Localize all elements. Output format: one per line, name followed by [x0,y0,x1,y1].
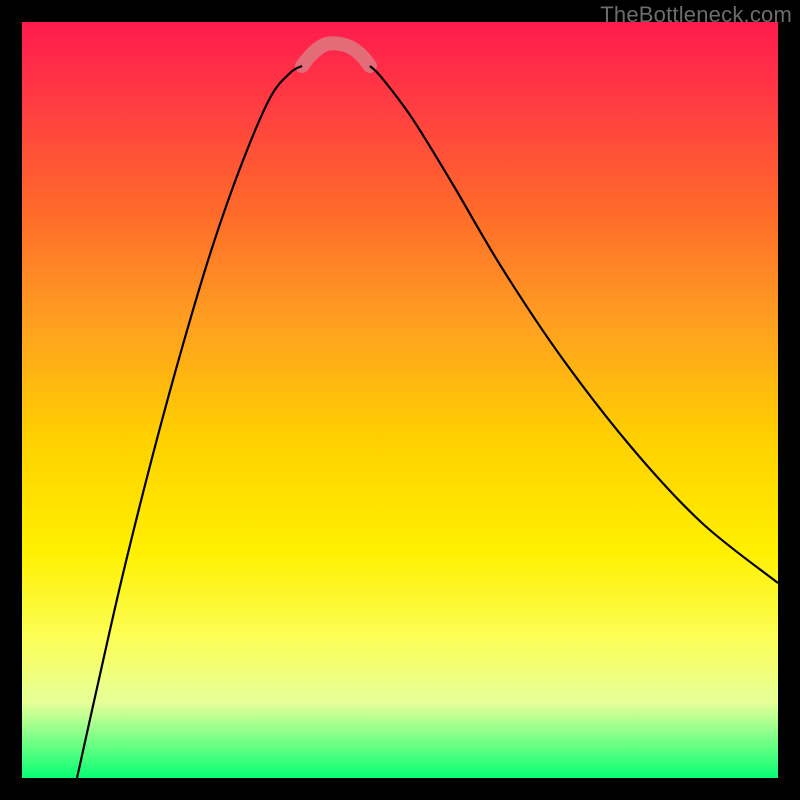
highlight-trough [302,43,370,66]
chart-stage: TheBottleneck.com [0,0,800,800]
curve-layer [22,22,778,778]
black-curve-right [370,66,778,583]
black-curve-left [77,66,302,778]
plot-area [22,22,778,778]
